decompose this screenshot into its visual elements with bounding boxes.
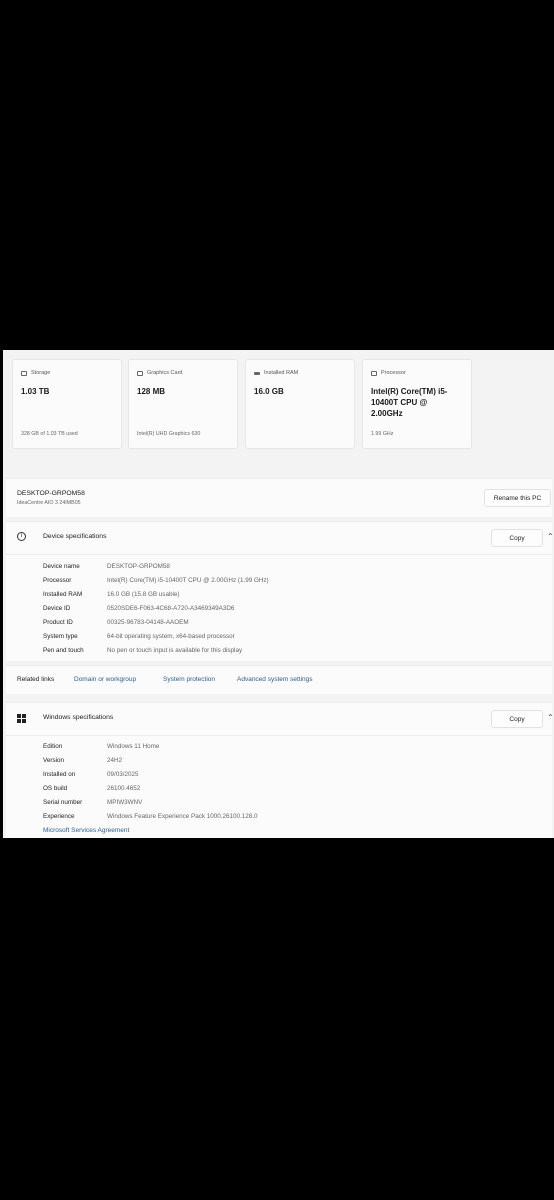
- spec-value: 09/03/2025: [107, 771, 139, 778]
- card-sub: 328 GB of 1.03 TB used: [21, 431, 78, 437]
- pc-name: DESKTOP-GRPOM58: [17, 490, 85, 497]
- spec-label: System type: [43, 633, 78, 640]
- pc-name-row: DESKTOP-GRPOM58 IdeaCentre AIO 3 24IMB05…: [6, 478, 552, 517]
- graphics-card-icon: [137, 370, 143, 376]
- spec-value: No pen or touch input is available for t…: [107, 647, 243, 654]
- domain-or-workgroup-link[interactable]: Domain or workgroup: [74, 676, 136, 683]
- system-protection-link[interactable]: System protection: [163, 676, 215, 683]
- spec-label: OS build: [43, 785, 68, 792]
- spec-label: Pen and touch: [43, 647, 84, 654]
- card-value: Intel(R) Core(TM) i5-10400T CPU @ 2.00GH…: [371, 387, 448, 418]
- card-value: 1.03 TB: [21, 387, 50, 396]
- pc-model: IdeaCentre AIO 3 24IMB05: [17, 500, 81, 506]
- windows-logo-icon: [17, 714, 26, 723]
- spec-value: 26100.4652: [107, 785, 141, 792]
- card-value: 128 MB: [137, 387, 166, 396]
- spec-value: Windows 11 Home: [107, 743, 160, 750]
- spec-label: Processor: [43, 577, 72, 584]
- spec-value: 16.0 GB (15.8 GB usable): [107, 591, 180, 598]
- spec-label: Experience: [43, 813, 75, 820]
- spec-label: Device name: [43, 563, 80, 570]
- processor-card[interactable]: Processor Intel(R) Core(TM) i5-10400T CP…: [362, 359, 472, 449]
- spec-value: DESKTOP-GRPOM58: [107, 563, 170, 570]
- spec-label: Product ID: [43, 619, 73, 626]
- windows-specs-title: Windows specifications: [43, 714, 114, 721]
- spec-value: 00325-96783-04148-AAOEM: [107, 619, 189, 626]
- processor-icon: [371, 370, 377, 376]
- settings-about-window: Storage 1.03 TB 328 GB of 1.03 TB used G…: [3, 350, 554, 838]
- card-value: 16.0 GB: [254, 387, 284, 396]
- related-links-row: Related links Domain or workgroup System…: [6, 665, 552, 694]
- card-title: Storage: [31, 370, 51, 376]
- spec-label: Edition: [43, 743, 63, 750]
- card-sub: 1.99 GHz: [371, 431, 394, 437]
- info-icon: i: [17, 532, 26, 541]
- spec-value: MPIW3WNV: [107, 799, 143, 806]
- spec-label: Device ID: [43, 605, 71, 612]
- card-sub: Intel(R) UHD Graphics 630: [137, 431, 201, 437]
- spec-label: Serial number: [43, 799, 83, 806]
- spec-value: Intel(R) Core(TM) i5-10400T CPU @ 2.00GH…: [107, 577, 269, 584]
- rename-pc-button[interactable]: Rename this PC: [484, 489, 551, 507]
- ram-icon: [254, 371, 260, 375]
- spec-value: 0520SDE6-F063-4C68-A720-A3469349A3D6: [107, 605, 235, 612]
- spec-value: 24H2: [107, 757, 123, 764]
- device-specs-header[interactable]: i Device specifications Copy ⌃: [6, 521, 554, 554]
- ram-card[interactable]: Installed RAM 16.0 GB: [245, 359, 355, 449]
- device-specs-title: Device specifications: [43, 533, 107, 540]
- chevron-up-icon[interactable]: ⌃: [547, 713, 554, 722]
- related-links-label: Related links: [17, 676, 55, 683]
- microsoft-services-agreement-link[interactable]: Microsoft Services Agreement: [43, 827, 129, 834]
- card-title: Graphics Card: [147, 370, 183, 376]
- chevron-up-icon[interactable]: ⌃: [547, 532, 554, 541]
- windows-specs-header[interactable]: Windows specifications Copy ⌃: [6, 702, 554, 735]
- device-specs-body: Device name DESKTOP-GRPOM58 Processor In…: [6, 554, 552, 661]
- card-title: Processor: [381, 370, 406, 376]
- spec-value: Windows Feature Experience Pack 1000.261…: [107, 813, 258, 820]
- spec-value: 64-bit operating system, x64-based proce…: [107, 633, 235, 640]
- storage-card[interactable]: Storage 1.03 TB 328 GB of 1.03 TB used: [12, 359, 122, 449]
- card-title: Installed RAM: [264, 370, 299, 376]
- graphics-card-card[interactable]: Graphics Card 128 MB Intel(R) UHD Graphi…: [128, 359, 238, 449]
- advanced-system-settings-link[interactable]: Advanced system settings: [237, 676, 313, 683]
- spec-label: Installed on: [43, 771, 76, 778]
- copy-device-specs-button[interactable]: Copy: [491, 529, 543, 547]
- spec-label: Installed RAM: [43, 591, 83, 598]
- spec-label: Version: [43, 757, 65, 764]
- storage-icon: [21, 370, 27, 376]
- windows-specs-body: Edition Windows 11 Home Version 24H2 Ins…: [6, 735, 552, 838]
- copy-windows-specs-button[interactable]: Copy: [491, 710, 543, 728]
